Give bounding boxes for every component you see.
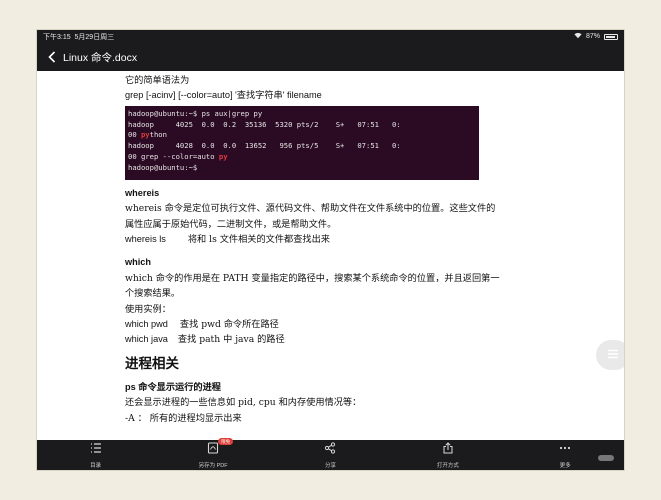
share-label: 分享 (324, 463, 336, 469)
more-icon (559, 441, 571, 459)
document-title: Linux 命令.docx (63, 51, 138, 64)
example-command: which java (125, 334, 168, 345)
wifi-icon (574, 32, 582, 41)
text-line: grep [-acinv] [--color=auto] '查找字符串' fil… (125, 90, 322, 101)
status-bar: 下午3:15 5月29日周三 87% (37, 30, 624, 43)
pdf-icon (207, 441, 219, 459)
example-description: 查找 pwd 命令所在路径 (179, 319, 279, 331)
battery-percent: 87% (585, 33, 600, 40)
text-line: which 命令的作用是在 PATH 变量指定的路径中，搜索某个系统命令的位置，… (125, 272, 500, 284)
heading-whereis: whereis (125, 187, 160, 198)
toc-button[interactable]: 目录 (61, 441, 131, 469)
terminal-line: hadoop@ubuntu:~$ ps aux|grep py (128, 108, 263, 118)
text-line: 属性应属于原始代码，二进制文件，或是帮助文件。 (125, 218, 337, 230)
open-with-button[interactable]: 打开方式 (413, 441, 483, 469)
terminal-screenshot: hadoop@ubuntu:~$ ps aux|grep py hadoop 4… (125, 105, 479, 180)
terminal-line: hadoop 4028 0.0 0.0 13652 956 pts/5 S+ 0… (128, 141, 401, 151)
save-pdf-label: 另存为 PDF (198, 463, 228, 469)
status-date: 5月29日周三 (74, 33, 115, 41)
share-icon (324, 441, 336, 459)
terminal-highlight: py (218, 152, 228, 161)
terminal-line: 00 python (128, 130, 476, 141)
list-icon (90, 441, 102, 459)
title-bar: Linux 命令.docx (37, 43, 624, 71)
status-time: 下午3:15 (43, 33, 71, 41)
more-label: 更多 (559, 463, 571, 469)
terminal-highlight: py (140, 130, 150, 140)
open-with-label: 打开方式 (436, 463, 459, 469)
text-line: whereis 命令是定位可执行文件、源代码文件、帮助文件在文件系统中的位置。这… (125, 203, 496, 215)
terminal-line: 00 grep --color=auto py (128, 152, 476, 163)
section-heading: 进程相关 (125, 355, 179, 371)
heading-ps: ps 命令显示运行的进程 (125, 381, 221, 392)
status-time-date: 下午3:15 5月29日周三 (43, 32, 114, 42)
terminal-line: hadoop 4025 0.0 0.2 35136 5320 pts/2 S+ … (128, 119, 401, 129)
terminal-text: thon (149, 130, 167, 140)
app-window: 下午3:15 5月29日周三 87% Linux 命令.docx 它的简单语法为… (37, 30, 624, 470)
text-line: which java 查找 path 中 java 的路径 (125, 332, 545, 347)
menu-lines-icon (607, 346, 619, 364)
document-content: 它的简单语法为 grep [-acinv] [--color=auto] '查找… (125, 73, 545, 426)
back-icon[interactable] (45, 50, 59, 64)
example-description: 查找 path 中 java 的路径 (177, 334, 285, 346)
text-line: which pwd 查找 pwd 命令所在路径 (125, 317, 545, 332)
terminal-text: 00 grep --color=auto (128, 152, 219, 161)
more-button[interactable]: 更多 (530, 441, 600, 469)
text-line: -A ： 所有的进程均显示出来 (125, 412, 242, 424)
free-badge: 限免 (218, 438, 234, 445)
example-description: 将和 ls 文件相关的文件都查找出来 (187, 234, 330, 246)
battery-icon (604, 33, 618, 40)
terminal-line: hadoop@ubuntu:~$ (128, 162, 202, 172)
upload-icon (442, 441, 454, 459)
reading-mode-button[interactable] (596, 340, 624, 370)
toc-label: 目录 (90, 463, 102, 469)
home-indicator (598, 455, 614, 461)
text-line: whereis ls 将和 ls 文件相关的文件都查找出来 (125, 232, 545, 247)
example-command: whereis ls (125, 234, 166, 245)
share-button[interactable]: 分享 (295, 441, 365, 469)
heading-which: which (125, 257, 152, 268)
bottom-toolbar: 目录 限免 另存为 PDF 分享 打开方式 更多 (37, 438, 624, 470)
text-line: 使用实例： (125, 303, 171, 315)
save-pdf-button[interactable]: 限免 另存为 PDF (178, 438, 248, 469)
text-line: 它的简单语法为 (125, 75, 190, 86)
example-command: which pwd (125, 319, 168, 330)
text-line: 个搜索结果。 (125, 288, 181, 300)
text-line: 还会显示进程的一些信息如 pid, cpu 和内存使用情况等： (125, 397, 362, 409)
terminal-text: 00 (128, 130, 141, 140)
